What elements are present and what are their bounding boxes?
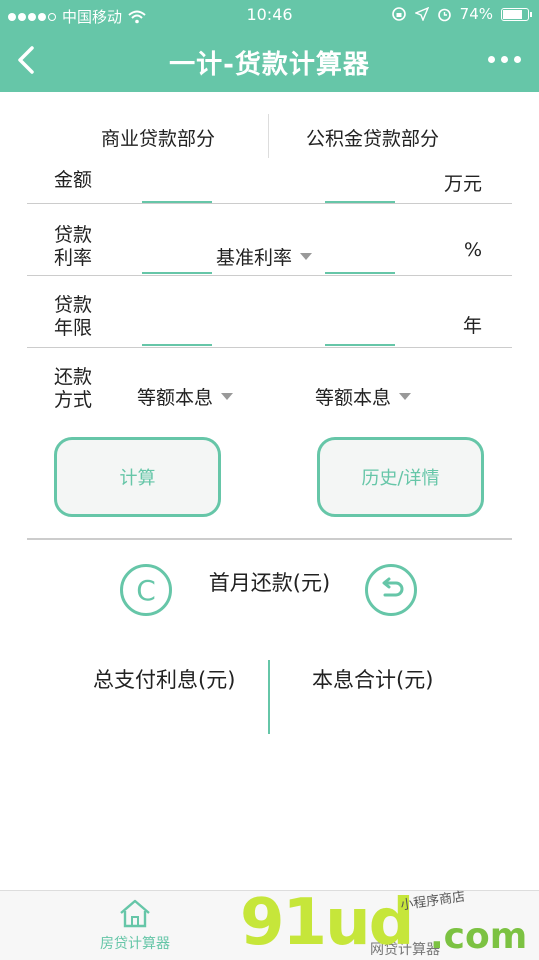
tab-house-loan-label: 房贷计算器 (100, 936, 170, 952)
rate-label-line2: 利率 (54, 247, 93, 269)
term-label-line1: 贷款 (54, 294, 93, 316)
status-bar: 中国移动 10:46 74% (0, 0, 539, 30)
house-icon (120, 899, 150, 928)
rotation-lock-icon (391, 7, 406, 21)
watermark-brand: 91ud (240, 886, 414, 960)
term-input-provident[interactable] (325, 344, 395, 346)
term-row: 贷款 年限 年 (27, 288, 512, 348)
watermark-domain: .com (430, 916, 528, 957)
term-label: 贷款 年限 (54, 294, 92, 340)
method-label: 还款 方式 (54, 366, 92, 412)
method-select-commercial[interactable]: 等额本息 (137, 383, 234, 410)
results-divider (268, 660, 270, 734)
method-provident-value: 等额本息 (315, 387, 392, 409)
rate-type-value: 基准利率 (216, 247, 293, 269)
rate-type-select[interactable]: 基准利率 (216, 243, 313, 270)
caret-down-icon (399, 393, 412, 400)
rate-input-commercial[interactable] (142, 272, 212, 274)
battery-icon (501, 7, 532, 21)
calculate-button[interactable]: 计算 (54, 437, 221, 517)
app-header: 中国移动 10:46 74% 一计-货款计算器 (0, 0, 539, 92)
more-dots-icon[interactable] (488, 56, 521, 63)
location-arrow-icon (414, 7, 429, 21)
navigation-bar: 一计-货款计算器 (0, 30, 539, 92)
method-label-line2: 方式 (54, 389, 93, 411)
battery-percent: 74% (459, 5, 493, 23)
amount-label: 金额 (54, 169, 93, 191)
term-label-line2: 年限 (54, 317, 93, 339)
method-commercial-value: 等额本息 (137, 387, 214, 409)
tab-house-loan[interactable]: 房贷计算器 (65, 897, 205, 953)
method-row: 还款 方式 等额本息 等额本息 (27, 360, 512, 420)
rate-unit: % (463, 239, 482, 261)
rate-input-provident[interactable] (325, 272, 395, 274)
amount-row: 金额 万元 (27, 144, 512, 204)
amount-input-provident[interactable] (325, 201, 395, 203)
rate-label-line1: 贷款 (54, 224, 93, 246)
term-input-commercial[interactable] (142, 344, 212, 346)
rate-row: 贷款 利率 基准利率 % (27, 216, 512, 276)
total-sum-label: 本息合计(元) (312, 668, 434, 692)
amount-input-commercial[interactable] (142, 201, 212, 203)
method-select-provident[interactable]: 等额本息 (315, 383, 412, 410)
term-unit: 年 (462, 315, 482, 337)
total-interest-label: 总支付利息(元) (93, 668, 236, 692)
caret-down-icon (300, 253, 313, 260)
amount-unit: 万元 (443, 173, 482, 195)
alarm-icon (437, 8, 451, 21)
section-divider (27, 538, 512, 540)
history-button[interactable]: 历史/详情 (317, 437, 484, 517)
battery-fill (503, 9, 523, 19)
page-title: 一计-货款计算器 (169, 50, 370, 80)
status-right: 74% (391, 5, 532, 23)
rate-label: 贷款 利率 (54, 224, 92, 270)
undo-arrow-icon (382, 577, 404, 597)
undo-icon[interactable] (365, 564, 417, 616)
caret-down-icon (221, 393, 234, 400)
first-month-label: 首月还款(元) (208, 571, 331, 595)
method-label-line1: 还款 (54, 366, 93, 388)
